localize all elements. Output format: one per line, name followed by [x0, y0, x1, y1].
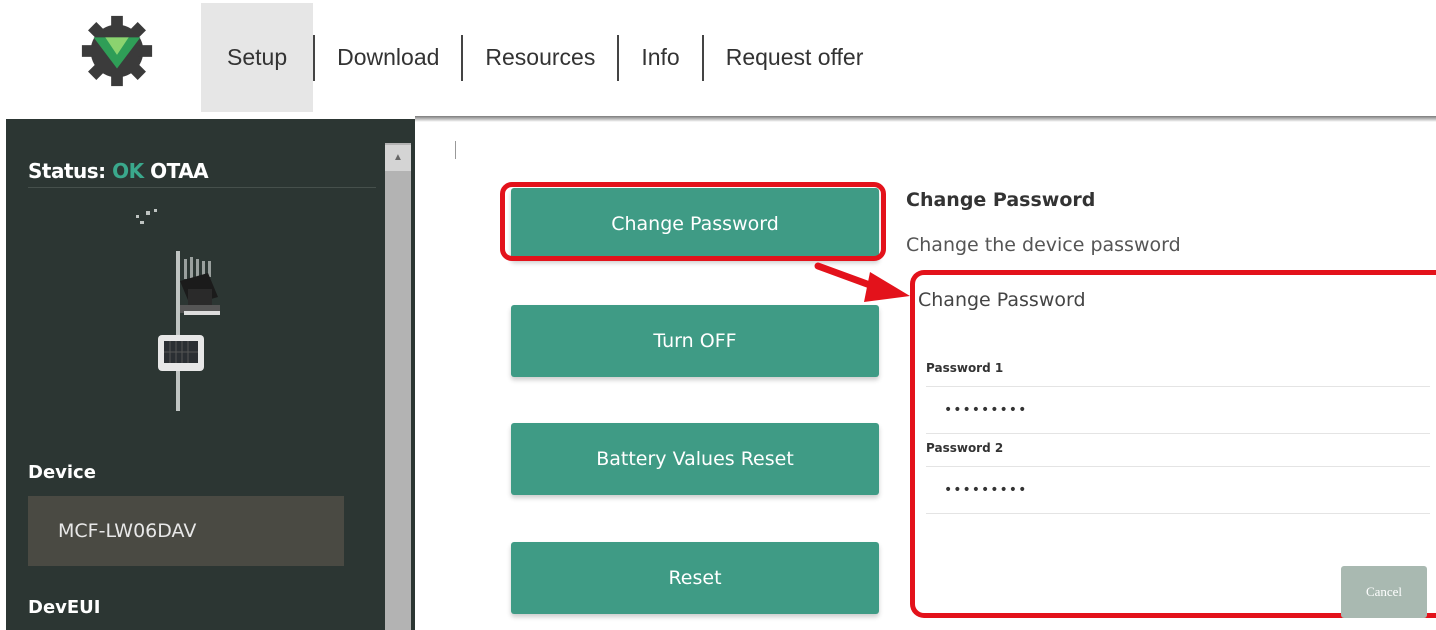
form-title: Change Password — [918, 289, 1086, 311]
turn-off-button[interactable]: Turn OFF — [511, 305, 879, 377]
nav-tab-download[interactable]: Download — [315, 3, 461, 112]
text-cursor — [455, 141, 456, 159]
red-arrow-icon — [814, 262, 910, 302]
scroll-up-arrow-icon[interactable]: ▲ — [385, 145, 411, 171]
password2-label: Password 2 — [926, 441, 1004, 455]
detail-description: Change the device password — [906, 234, 1181, 256]
device-name-field: MCF-LW06DAV — [28, 496, 344, 566]
battery-values-reset-button[interactable]: Battery Values Reset — [511, 423, 879, 495]
top-navigation-bar: Setup Download Resources Info Request of… — [0, 0, 1436, 112]
status-ok-badge: OK — [112, 159, 144, 183]
nav-tab-resources[interactable]: Resources — [463, 3, 617, 112]
main-top-shadow — [415, 116, 1436, 122]
sidebar-scrollbar[interactable] — [385, 143, 411, 630]
status-divider — [28, 187, 376, 188]
main-nav: Setup Download Resources Info Request of… — [201, 3, 885, 112]
cancel-button[interactable]: Cancel — [1341, 566, 1427, 618]
nav-tab-request-offer[interactable]: Request offer — [704, 3, 886, 112]
weather-station-image — [136, 209, 220, 411]
password1-field[interactable]: ••••••••• — [926, 386, 1430, 434]
status-mode: OTAA — [150, 159, 209, 183]
detail-title: Change Password — [906, 189, 1096, 211]
nav-tab-setup[interactable]: Setup — [201, 3, 314, 112]
password1-label: Password 1 — [926, 361, 1004, 375]
highlight-frame — [500, 182, 886, 261]
password2-field[interactable]: ••••••••• — [926, 466, 1430, 514]
deveui-label: DevEUI — [28, 597, 101, 618]
reset-button[interactable]: Reset — [511, 542, 879, 614]
device-sidebar: Status: OK OTAA Device MCF-LW06DAV DevEU… — [6, 119, 415, 630]
nav-tab-info[interactable]: Info — [619, 3, 701, 112]
gear-logo-icon[interactable] — [78, 12, 156, 90]
status-line: Status: OK OTAA — [28, 159, 209, 183]
device-label: Device — [28, 462, 96, 483]
status-prefix: Status: — [28, 159, 106, 183]
